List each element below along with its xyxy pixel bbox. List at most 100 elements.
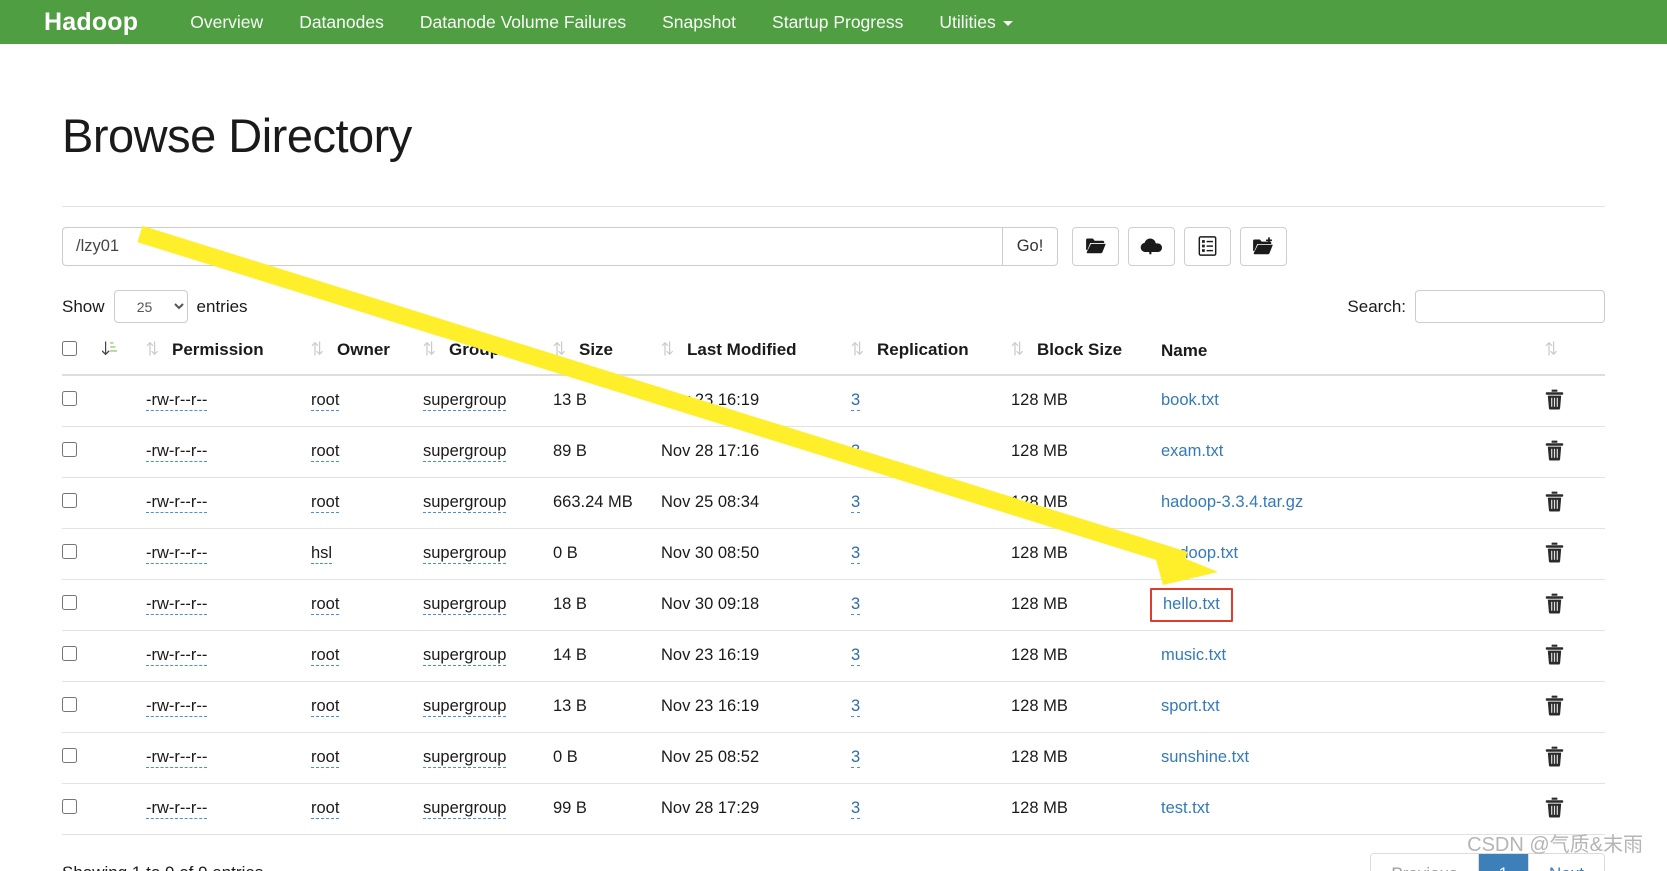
permission-value[interactable]: -rw-r--r--: [146, 544, 208, 565]
row-select-checkbox[interactable]: [62, 441, 77, 457]
permission-value[interactable]: -rw-r--r--: [146, 646, 208, 667]
group-value[interactable]: supergroup: [423, 493, 507, 514]
permission-value[interactable]: -rw-r--r--: [146, 697, 208, 718]
pagination-previous[interactable]: Previous: [1371, 853, 1479, 871]
owner-value[interactable]: root: [311, 799, 340, 820]
group-value[interactable]: supergroup: [423, 697, 507, 718]
permission-value[interactable]: -rw-r--r--: [146, 595, 208, 616]
nav-item-snapshot[interactable]: Snapshot: [644, 12, 754, 33]
replication-value[interactable]: 3: [851, 799, 861, 820]
header-block-size[interactable]: Block Size: [1011, 331, 1161, 376]
header-owner[interactable]: Owner: [311, 331, 423, 376]
header-size[interactable]: Size: [553, 331, 661, 376]
owner-value[interactable]: root: [311, 493, 340, 514]
row-select-checkbox[interactable]: [62, 798, 77, 814]
replication-value[interactable]: 3: [851, 595, 861, 616]
row-select-checkbox[interactable]: [62, 543, 77, 559]
delete-file-button[interactable]: [1545, 491, 1564, 515]
header-replication[interactable]: Replication: [851, 331, 1011, 376]
go-button[interactable]: Go!: [1002, 226, 1058, 266]
replication-value[interactable]: 3: [851, 391, 861, 412]
owner-value[interactable]: hsl: [311, 544, 333, 565]
delete-file-button[interactable]: [1545, 695, 1564, 719]
nav-item-datanode-volume-failures[interactable]: Datanode Volume Failures: [402, 12, 644, 33]
group-value[interactable]: supergroup: [423, 595, 507, 616]
delete-file-button[interactable]: [1545, 542, 1564, 566]
replication-value[interactable]: 3: [851, 748, 861, 769]
replication-value[interactable]: 3: [851, 493, 861, 514]
select-all-checkbox[interactable]: [62, 340, 77, 356]
brand-hadoop[interactable]: Hadoop: [44, 8, 138, 37]
row-select-checkbox[interactable]: [62, 645, 77, 661]
row-checkbox-cell[interactable]: [62, 732, 102, 784]
header-permission[interactable]: Permission: [146, 331, 311, 376]
nav-item-overview[interactable]: Overview: [172, 12, 281, 33]
search-input[interactable]: [1415, 290, 1605, 324]
delete-file-button[interactable]: [1545, 593, 1564, 617]
nav-item-datanodes[interactable]: Datanodes: [281, 12, 402, 33]
owner-value[interactable]: root: [311, 697, 340, 718]
nav-item-startup-progress[interactable]: Startup Progress: [754, 12, 921, 33]
group-value[interactable]: supergroup: [423, 748, 507, 769]
group-value[interactable]: supergroup: [423, 544, 507, 565]
replication-value[interactable]: 3: [851, 544, 861, 565]
owner-value[interactable]: root: [311, 391, 340, 412]
replication-value[interactable]: 3: [851, 442, 861, 463]
row-select-checkbox[interactable]: [62, 696, 77, 712]
file-link[interactable]: hello.txt: [1163, 595, 1220, 613]
pagination-page-1[interactable]: 1: [1478, 853, 1530, 871]
header-sort-default[interactable]: [101, 331, 146, 376]
row-select-checkbox[interactable]: [62, 594, 77, 610]
delete-file-button[interactable]: [1545, 389, 1564, 413]
delete-file-button[interactable]: [1545, 797, 1564, 821]
row-checkbox-cell[interactable]: [62, 426, 102, 478]
row-select-checkbox[interactable]: [62, 492, 77, 508]
delete-file-button[interactable]: [1545, 644, 1564, 668]
group-value[interactable]: supergroup: [423, 391, 507, 412]
pagination-next[interactable]: Next: [1529, 853, 1604, 871]
upload-button[interactable]: [1128, 226, 1175, 266]
nav-item-utilities[interactable]: Utilities: [921, 12, 1030, 33]
row-checkbox-cell[interactable]: [62, 783, 102, 835]
entries-per-page-select[interactable]: 25 50 100: [113, 290, 188, 324]
group-value[interactable]: supergroup: [423, 646, 507, 667]
open-folder-button[interactable]: [1072, 226, 1119, 266]
permission-value[interactable]: -rw-r--r--: [146, 391, 208, 412]
row-checkbox-cell[interactable]: [62, 374, 102, 427]
file-link[interactable]: hadoop-3.3.4.tar.gz: [1161, 493, 1303, 511]
row-checkbox-cell[interactable]: [62, 630, 102, 682]
new-folder-button[interactable]: [1240, 226, 1287, 266]
header-group[interactable]: Group: [423, 331, 553, 376]
replication-value[interactable]: 3: [851, 697, 861, 718]
path-input[interactable]: [62, 226, 1002, 266]
permission-value[interactable]: -rw-r--r--: [146, 748, 208, 769]
file-link[interactable]: exam.txt: [1161, 442, 1223, 460]
row-checkbox-cell[interactable]: [62, 579, 102, 631]
header-name-sort[interactable]: [1545, 331, 1605, 376]
owner-value[interactable]: root: [311, 646, 340, 667]
replication-value[interactable]: 3: [851, 646, 861, 667]
file-link[interactable]: test.txt: [1161, 799, 1210, 817]
file-link[interactable]: hadoop.txt: [1161, 544, 1238, 562]
row-select-checkbox[interactable]: [62, 390, 77, 406]
file-link[interactable]: sunshine.txt: [1161, 748, 1249, 766]
file-link[interactable]: sport.txt: [1161, 697, 1220, 715]
permission-value[interactable]: -rw-r--r--: [146, 799, 208, 820]
header-select-all[interactable]: [62, 331, 102, 376]
file-link[interactable]: music.txt: [1161, 646, 1226, 664]
permission-value[interactable]: -rw-r--r--: [146, 493, 208, 514]
group-value[interactable]: supergroup: [423, 442, 507, 463]
header-last-modified[interactable]: Last Modified: [661, 331, 851, 376]
row-select-checkbox[interactable]: [62, 747, 77, 763]
owner-value[interactable]: root: [311, 748, 340, 769]
list-view-button[interactable]: [1184, 226, 1231, 266]
row-checkbox-cell[interactable]: [62, 477, 102, 529]
group-value[interactable]: supergroup: [423, 799, 507, 820]
permission-value[interactable]: -rw-r--r--: [146, 442, 208, 463]
row-checkbox-cell[interactable]: [62, 681, 102, 733]
delete-file-button[interactable]: [1545, 746, 1564, 770]
delete-file-button[interactable]: [1545, 440, 1564, 464]
file-link[interactable]: book.txt: [1161, 391, 1219, 409]
owner-value[interactable]: root: [311, 442, 340, 463]
header-name[interactable]: Name: [1161, 331, 1545, 376]
